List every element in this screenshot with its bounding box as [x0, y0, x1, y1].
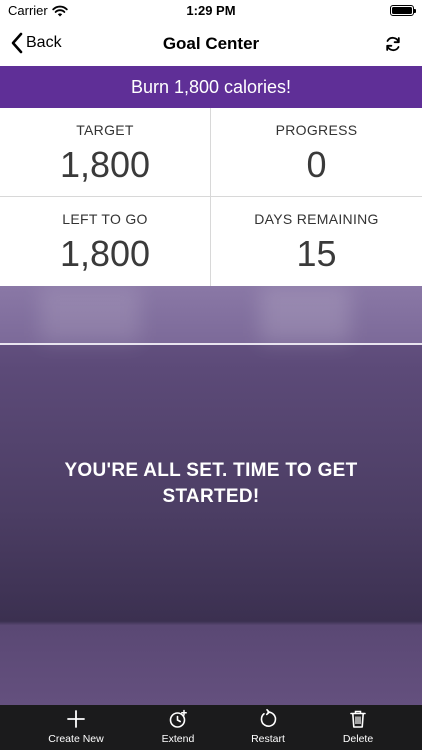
stat-value: 15 [296, 233, 337, 274]
stat-progress: PROGRESS 0 [211, 108, 422, 197]
navigation-bar: Back Goal Center [0, 22, 422, 66]
toolbar-label: Delete [342, 733, 374, 745]
trash-icon [350, 710, 366, 728]
stat-label: DAYS REMAINING [254, 211, 379, 227]
hero-message: YOU'RE ALL SET. TIME TO GET STARTED! [64, 460, 358, 507]
bottom-toolbar: Create New Extend Restart Delete [0, 705, 422, 750]
stat-label: LEFT TO GO [62, 211, 148, 227]
restart-icon [260, 709, 277, 727]
battery-icon [390, 5, 416, 16]
toolbar-label: Restart [251, 733, 285, 745]
extend-button[interactable]: Extend [133, 709, 223, 745]
hero-background: YOU'RE ALL SET. TIME TO GET STARTED! [0, 286, 422, 705]
plus-icon [67, 710, 85, 728]
stat-days-remaining: DAYS REMAINING 15 [211, 197, 422, 286]
battery-level [392, 7, 412, 14]
hero-light [40, 286, 140, 343]
toolbar-label: Create New [48, 733, 104, 745]
status-bar: Carrier 1:29 PM [0, 0, 422, 22]
page-title: Goal Center [162, 34, 260, 53]
divider [0, 343, 422, 345]
stat-left-to-go: LEFT TO GO 1,800 [0, 197, 211, 286]
goal-stats-grid: TARGET 1,800 PROGRESS 0 LEFT TO GO 1,800… [0, 108, 422, 286]
stat-value: 1,800 [59, 144, 151, 185]
stat-value: 1,800 [59, 233, 151, 274]
status-time: 1:29 PM [186, 3, 236, 18]
hero-top-strip [0, 286, 422, 343]
refresh-icon[interactable] [384, 35, 402, 53]
delete-button[interactable]: Delete [313, 709, 403, 745]
create-new-button[interactable]: Create New [31, 709, 121, 745]
goal-banner-text: Burn 1,800 calories! [130, 76, 292, 97]
stat-value: 0 [306, 144, 327, 185]
stat-target: TARGET 1,800 [0, 108, 211, 197]
goal-banner: Burn 1,800 calories! [0, 66, 422, 108]
stat-label: PROGRESS [275, 122, 358, 138]
restart-button[interactable]: Restart [223, 709, 313, 745]
stat-label: TARGET [76, 122, 134, 138]
clock-plus-icon [169, 709, 187, 728]
hero-light [260, 286, 350, 343]
toolbar-label: Extend [161, 733, 195, 745]
